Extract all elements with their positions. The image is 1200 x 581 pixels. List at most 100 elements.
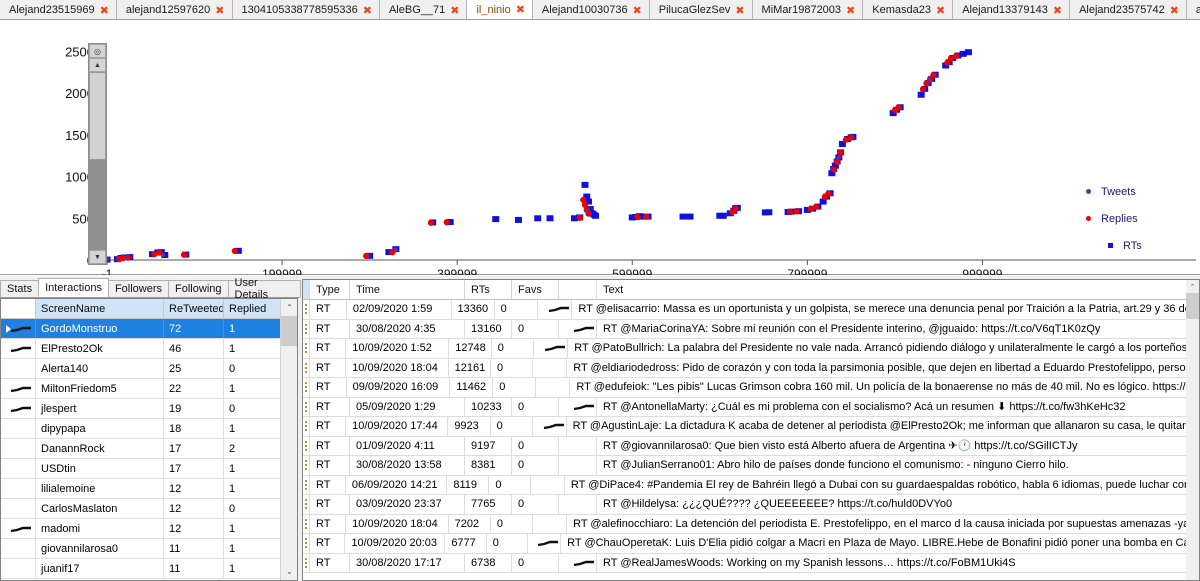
tweets-scroll-thumb[interactable] bbox=[1186, 293, 1199, 319]
tweets-row[interactable]: RT 01/09/2020 4:11 9197 0 RT @giovannilarosa… bbox=[303, 436, 1199, 456]
interactions-column-header[interactable]: ScreenName bbox=[36, 299, 164, 318]
tweets-row[interactable]: RT 10/09/2020 18:04 7202 0 RT @alefinocchiar… bbox=[303, 514, 1199, 534]
tweet-rts-cell[interactable]: 9923 bbox=[448, 417, 491, 436]
tweet-rts-cell[interactable]: 12748 bbox=[449, 339, 492, 358]
account-tab[interactable]: Kemasda23 ✖ bbox=[863, 0, 954, 19]
tweet-favs-cell[interactable]: 0 bbox=[489, 475, 532, 494]
tweet-text-cell[interactable]: RT @AntonellaMarty: ¿Cuál es mi problema… bbox=[597, 398, 1199, 417]
account-tab-strip[interactable]: Alejand23515969 ✖ alejand12597620 ✖ 13041053… bbox=[0, 0, 1200, 20]
account-tab[interactable]: alejand12597620 ✖ bbox=[116, 0, 233, 19]
retweeted-count-cell[interactable]: 19 bbox=[164, 399, 224, 418]
chart-vertical-scrollbar[interactable]: ◎ ▲ ▼ bbox=[88, 43, 107, 265]
tweet-favs-cell[interactable]: 0 bbox=[512, 495, 559, 514]
tweet-favs-cell[interactable]: 0 bbox=[491, 358, 534, 377]
interactions-row[interactable]: lilialemoine 12 1 bbox=[1, 479, 297, 499]
tweet-time-cell[interactable]: 10/09/2020 20:03 bbox=[345, 534, 446, 553]
tweets-column-header[interactable]: Favs bbox=[512, 280, 559, 299]
replied-count-cell[interactable]: 1 bbox=[224, 559, 282, 578]
tweets-row[interactable]: RT 05/09/2020 1:29 10233 0 RT @AntonellaMart… bbox=[303, 397, 1199, 417]
tweets-row[interactable]: RT 30/08/2020 13:58 8381 0 RT @JulianSerrano… bbox=[303, 456, 1199, 476]
tweet-type-cell[interactable]: RT bbox=[310, 417, 347, 436]
tweet-favs-cell[interactable]: 0 bbox=[491, 417, 533, 436]
tweet-favs-cell[interactable]: 0 bbox=[512, 553, 559, 572]
close-icon[interactable]: ✖ bbox=[735, 5, 744, 16]
interactions-row[interactable]: DanannRock 17 2 bbox=[1, 439, 297, 459]
tweet-time-cell[interactable]: 10/09/2020 17:44 bbox=[346, 417, 449, 436]
tweets-row[interactable]: RT 10/09/2020 17:44 9923 0 RT @AgustinLaje: … bbox=[303, 417, 1199, 437]
tweet-text-cell[interactable]: RT @PatoBullrich: La palabra del Preside… bbox=[568, 339, 1199, 358]
interactions-scroll-thumb[interactable] bbox=[281, 316, 297, 346]
scroll-up-arrow-icon[interactable]: ▲ bbox=[89, 58, 106, 72]
tweets-scroll-up-chevron-icon[interactable]: ⌃ bbox=[1186, 280, 1199, 293]
tweets-grid-scrollbar[interactable]: ⌃ bbox=[1186, 280, 1199, 580]
tweet-text-cell[interactable]: RT @Hildelysa: ¿¿¿QUÉ???? ¿QUEEEEEEE? ht… bbox=[597, 495, 1199, 514]
close-icon[interactable]: ✖ bbox=[1053, 5, 1062, 16]
tweet-type-cell[interactable]: RT bbox=[310, 456, 350, 475]
tweet-text-cell[interactable]: RT @AgustinLaje: La dictadura K acaba de… bbox=[567, 417, 1199, 436]
interactions-row[interactable]: Alerta140 25 0 bbox=[1, 359, 297, 379]
tweet-rts-cell[interactable]: 12161 bbox=[449, 358, 492, 377]
tweet-favs-cell[interactable]: 0 bbox=[492, 339, 535, 358]
tweets-grid[interactable]: Type Time RTs Favs Text RT 02/09/2020 1:59 133… bbox=[302, 279, 1200, 581]
replied-count-cell[interactable]: 0 bbox=[224, 399, 282, 418]
account-tab[interactable]: Alejand23515969 ✖ bbox=[0, 0, 117, 19]
screenname-cell[interactable]: CarlosMaslaton bbox=[36, 499, 164, 518]
interactions-column-header[interactable]: Replied bbox=[224, 299, 282, 318]
tweet-type-cell[interactable]: RT bbox=[310, 358, 347, 377]
tweets-column-header[interactable] bbox=[559, 280, 597, 299]
details-tab[interactable]: Stats bbox=[0, 280, 40, 297]
tweets-column-header[interactable]: Time bbox=[350, 280, 465, 299]
tweet-time-cell[interactable]: 30/08/2020 13:58 bbox=[350, 456, 465, 475]
details-tab[interactable]: Followers bbox=[107, 280, 170, 297]
tweet-text-cell[interactable]: RT @MariaCorinaYA: Sobre mi reunión con … bbox=[597, 320, 1199, 339]
account-tab[interactable]: MiMar19872003 ✖ bbox=[752, 0, 864, 19]
tweet-text-cell[interactable]: RT @alefinocchiaro: La detención del per… bbox=[567, 515, 1199, 534]
screenname-cell[interactable]: giovannilarosa0 bbox=[36, 539, 164, 558]
details-tab[interactable]: Following bbox=[168, 280, 229, 297]
replied-count-cell[interactable]: 1 bbox=[224, 519, 282, 538]
tweets-column-header[interactable]: Text bbox=[597, 280, 1199, 299]
tweets-row[interactable]: RT 03/09/2020 23:37 7765 0 RT @Hildelysa: ¿¿… bbox=[303, 495, 1199, 515]
screenname-cell[interactable]: juanif17 bbox=[36, 559, 164, 578]
account-tab[interactable]: AleBG__71 ✖ bbox=[379, 0, 468, 19]
tweet-type-cell[interactable]: RT bbox=[310, 436, 350, 455]
tweet-rts-cell[interactable]: 8381 bbox=[465, 456, 512, 475]
tweet-rts-cell[interactable]: 6738 bbox=[465, 553, 512, 572]
tweet-favs-cell[interactable]: 0 bbox=[491, 514, 534, 533]
interactions-row[interactable]: jlespert 19 0 bbox=[1, 399, 297, 419]
close-icon[interactable]: ✖ bbox=[363, 5, 372, 16]
interactions-row[interactable]: juanif17 11 1 bbox=[1, 559, 297, 579]
account-tab[interactable]: PilucaGlezSev ✖ bbox=[649, 0, 753, 19]
scroll-down-arrow-icon[interactable]: ▼ bbox=[89, 250, 106, 264]
close-icon[interactable]: ✖ bbox=[516, 4, 525, 15]
tweet-rts-cell[interactable]: 9197 bbox=[465, 436, 512, 455]
retweeted-count-cell[interactable]: 11 bbox=[164, 559, 224, 578]
tweet-type-cell[interactable]: RT bbox=[310, 339, 347, 358]
tweets-column-header[interactable] bbox=[303, 280, 310, 299]
replied-count-cell[interactable]: 2 bbox=[224, 439, 282, 458]
interactions-grid-scrollbar[interactable]: ⌃ ⌄ bbox=[280, 299, 297, 580]
retweeted-count-cell[interactable]: 72 bbox=[164, 319, 224, 338]
tweet-rts-cell[interactable]: 7765 bbox=[465, 495, 512, 514]
tweet-favs-cell[interactable]: 0 bbox=[495, 300, 538, 319]
screenname-cell[interactable]: DanannRock bbox=[36, 439, 164, 458]
retweeted-count-cell[interactable]: 12 bbox=[164, 499, 224, 518]
replied-count-cell[interactable]: 1 bbox=[224, 319, 282, 338]
tweet-type-cell[interactable]: RT bbox=[310, 475, 346, 494]
interactions-row[interactable]: CarlosMaslaton 12 0 bbox=[1, 499, 297, 519]
retweeted-count-cell[interactable]: 12 bbox=[164, 479, 224, 498]
screenname-cell[interactable]: MiltonFriedom5 bbox=[36, 379, 164, 398]
retweeted-count-cell[interactable]: 25 bbox=[164, 359, 224, 378]
tweet-favs-cell[interactable]: 0 bbox=[512, 456, 559, 475]
tweets-grid-body[interactable]: RT 02/09/2020 1:59 13360 0 RT @elisacarrio: … bbox=[303, 300, 1199, 573]
tweets-row[interactable]: RT 30/08/2020 4:35 13160 0 RT @MariaCorinaYA… bbox=[303, 319, 1199, 339]
tweet-rts-cell[interactable]: 8119 bbox=[447, 475, 490, 494]
tweet-time-cell[interactable]: 10/09/2020 1:52 bbox=[346, 339, 450, 358]
screenname-cell[interactable]: jlespert bbox=[36, 399, 164, 418]
screenname-cell[interactable]: dipypapa bbox=[36, 419, 164, 438]
tweet-rts-cell[interactable]: 10233 bbox=[465, 397, 512, 416]
tweet-type-cell[interactable]: RT bbox=[310, 319, 350, 338]
retweeted-count-cell[interactable]: 17 bbox=[164, 459, 224, 478]
tweets-column-header[interactable]: Type bbox=[310, 280, 350, 299]
replied-count-cell[interactable]: 1 bbox=[224, 539, 282, 558]
